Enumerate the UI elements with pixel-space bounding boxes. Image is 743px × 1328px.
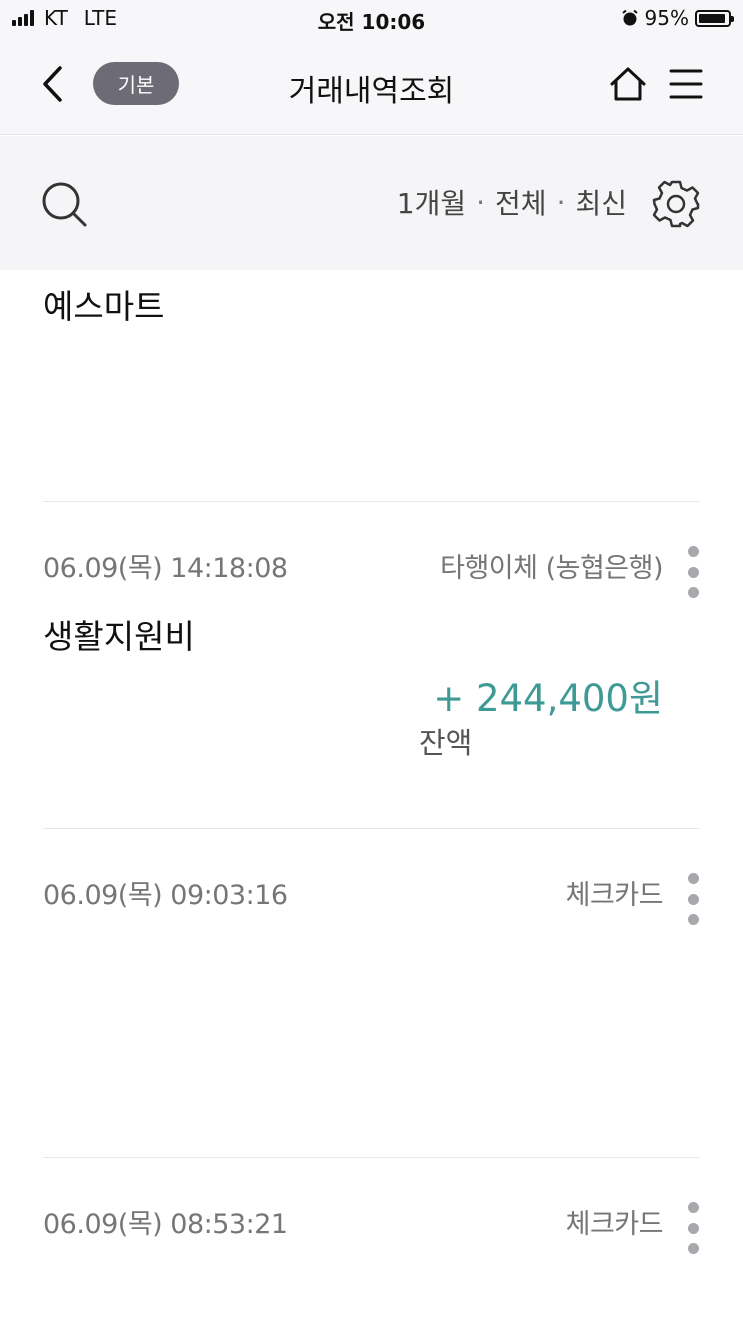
transaction-type: 체크카드 xyxy=(565,1209,664,1240)
filter-scope: 전체 xyxy=(495,187,547,220)
more-options-button[interactable] xyxy=(686,1202,700,1254)
filter-order: 최신 xyxy=(575,187,627,220)
home-icon xyxy=(610,67,646,101)
transaction-datetime: 06.09(목) 09:03:16 xyxy=(43,880,288,911)
filter-summary[interactable]: 1개월 · 전체 · 최신 xyxy=(397,182,627,222)
transaction-name: 생활지원비 xyxy=(43,617,195,656)
filter-period: 1개월 xyxy=(396,187,467,220)
status-bar: KT LTE 오전 10:06 95% xyxy=(0,0,743,40)
nav-bar: 기본 거래내역조회 xyxy=(0,40,743,135)
balance-label: 잔액 xyxy=(419,726,473,760)
transaction-datetime: 06.09(목) 08:53:21 xyxy=(43,1209,288,1240)
more-options-button[interactable] xyxy=(686,873,700,925)
transaction-item[interactable]: 예스마트 xyxy=(43,270,700,502)
transaction-item[interactable]: 06.09(목) 09:03:16 체크카드 xyxy=(43,829,700,1158)
menu-button[interactable] xyxy=(668,66,704,102)
search-icon xyxy=(42,182,87,227)
filter-bar: 1개월 · 전체 · 최신 xyxy=(0,136,743,270)
transaction-datetime: 06.09(목) 14:18:08 xyxy=(43,553,288,584)
alarm-icon xyxy=(621,9,638,26)
battery-icon xyxy=(695,9,734,27)
transaction-type: 타행이체 (농협은행) xyxy=(440,553,663,584)
status-right: 95% xyxy=(621,6,734,30)
transaction-item[interactable]: 06.09(목) 14:18:08 타행이체 (농협은행) 생활지원비 + 24… xyxy=(43,502,700,829)
filter-separator: · xyxy=(556,185,566,219)
hamburger-menu-icon xyxy=(669,69,703,99)
filter-settings-button[interactable] xyxy=(650,178,702,230)
search-button[interactable] xyxy=(40,180,90,230)
transaction-amount: + 244,400원 xyxy=(433,677,663,720)
battery-percent: 95% xyxy=(644,6,689,30)
transaction-item[interactable]: 06.09(목) 08:53:21 체크카드 xyxy=(43,1158,700,1328)
transaction-name: 예스마트 xyxy=(43,287,165,326)
transaction-type: 체크카드 xyxy=(565,880,664,911)
home-button[interactable] xyxy=(608,64,648,104)
more-options-button[interactable] xyxy=(686,546,700,598)
filter-separator: · xyxy=(476,185,486,219)
gear-icon xyxy=(652,180,700,228)
